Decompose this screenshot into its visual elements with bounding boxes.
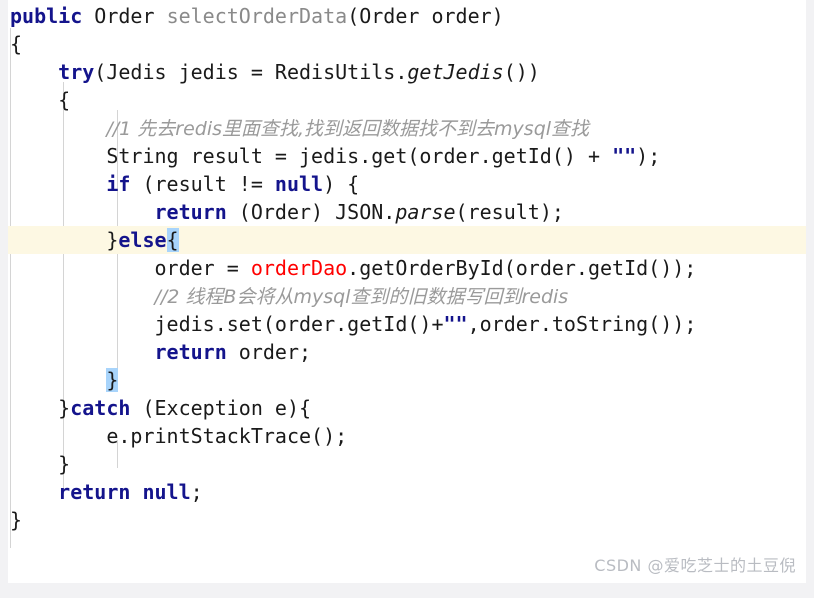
code-line[interactable]: return order; <box>8 338 806 366</box>
token-plain: (Exception e){ <box>130 396 312 420</box>
token-plain: String result = jedis.get(order.getId() … <box>106 144 613 168</box>
code-line[interactable]: } <box>8 506 806 534</box>
token-plain: order; <box>226 340 312 364</box>
token-plain: { <box>58 88 71 112</box>
token-plain: jedis.set(order.getId()+ <box>154 312 444 336</box>
code-line[interactable]: try(Jedis jedis = RedisUtils.getJedis()) <box>8 58 806 86</box>
code-line[interactable]: jedis.set(order.getId()+"",order.toStrin… <box>8 310 806 338</box>
token-plain: ; <box>190 480 203 504</box>
screenshot-root: public Order selectOrderData(Order order… <box>0 0 814 598</box>
token-plain: (Order order) <box>347 4 504 28</box>
token-plain: } <box>58 452 71 476</box>
token-kw: return <box>154 340 227 364</box>
code-line[interactable]: return (Order) JSON.parse(result); <box>8 198 806 226</box>
token-plain: e.printStackTrace(); <box>106 424 348 448</box>
code-line[interactable]: } <box>8 366 806 394</box>
token-kw: return <box>58 480 131 504</box>
brace-match-highlight: { <box>166 228 179 252</box>
code-line[interactable]: { <box>8 86 806 114</box>
token-kw: else <box>118 228 167 252</box>
token-kw: public <box>10 4 83 28</box>
code-area[interactable]: public Order selectOrderData(Order order… <box>8 0 806 548</box>
token-kw: if <box>106 172 131 196</box>
code-line[interactable]: //2 线程B会将从mysql查到的旧数据写回到redis <box>8 282 806 310</box>
token-plain: (result != <box>130 172 275 196</box>
code-line[interactable]: return null; <box>8 478 806 506</box>
token-plain: ) { <box>323 172 360 196</box>
token-plain: (result); <box>455 200 564 224</box>
code-line[interactable]: }else{ <box>8 226 806 254</box>
csdn-watermark: CSDN @爱吃芝士的土豆倪 <box>594 556 796 575</box>
token-plain: { <box>10 32 23 56</box>
brace-match-highlight: } <box>106 368 119 392</box>
token-type: Order <box>94 4 155 28</box>
token-plain: order = <box>154 256 251 280</box>
token-str: "" <box>443 312 468 336</box>
token-plain: ,order.toString()); <box>467 312 697 336</box>
code-line[interactable]: }catch (Exception e){ <box>8 394 806 422</box>
token-plain: .getOrderById(order.getId()); <box>347 256 697 280</box>
code-line[interactable]: String result = jedis.get(order.getId() … <box>8 142 806 170</box>
code-line[interactable]: //1 先去redis里面查找,找到返回数据找不到去mysql查找 <box>8 114 806 142</box>
token-comment: //2 线程B会将从mysql查到的旧数据写回到redis <box>154 286 569 308</box>
code-line[interactable]: } <box>8 450 806 478</box>
token-stat: parse <box>395 200 456 224</box>
token-kw: try <box>58 60 95 84</box>
token-plain: (Order) JSON. <box>226 200 396 224</box>
token-str: "" <box>612 144 637 168</box>
token-plain: (Jedis jedis = RedisUtils. <box>94 60 408 84</box>
token-comment: //1 先去redis里面查找,找到返回数据找不到去mysql查找 <box>106 118 590 140</box>
token-plain: } <box>106 228 119 252</box>
code-line[interactable]: order = orderDao.getOrderById(order.getI… <box>8 254 806 282</box>
token-field: orderDao <box>250 256 348 280</box>
token-kw: null <box>274 172 324 196</box>
code-editor[interactable]: public Order selectOrderData(Order order… <box>8 0 806 583</box>
token-plain: ); <box>636 144 661 168</box>
token-kw: null <box>142 480 191 504</box>
token-kw: return <box>154 200 227 224</box>
token-stat: getJedis <box>407 60 504 84</box>
token-plain: ()) <box>503 60 540 84</box>
token-plain: } <box>10 508 23 532</box>
code-line[interactable]: if (result != null) { <box>8 170 806 198</box>
code-line[interactable]: public Order selectOrderData(Order order… <box>8 2 806 30</box>
token-plain: } <box>58 396 71 420</box>
code-line[interactable]: { <box>8 30 806 58</box>
token-mname: selectOrderData <box>166 4 348 28</box>
token-kw: catch <box>70 396 131 420</box>
code-line[interactable]: e.printStackTrace(); <box>8 422 806 450</box>
